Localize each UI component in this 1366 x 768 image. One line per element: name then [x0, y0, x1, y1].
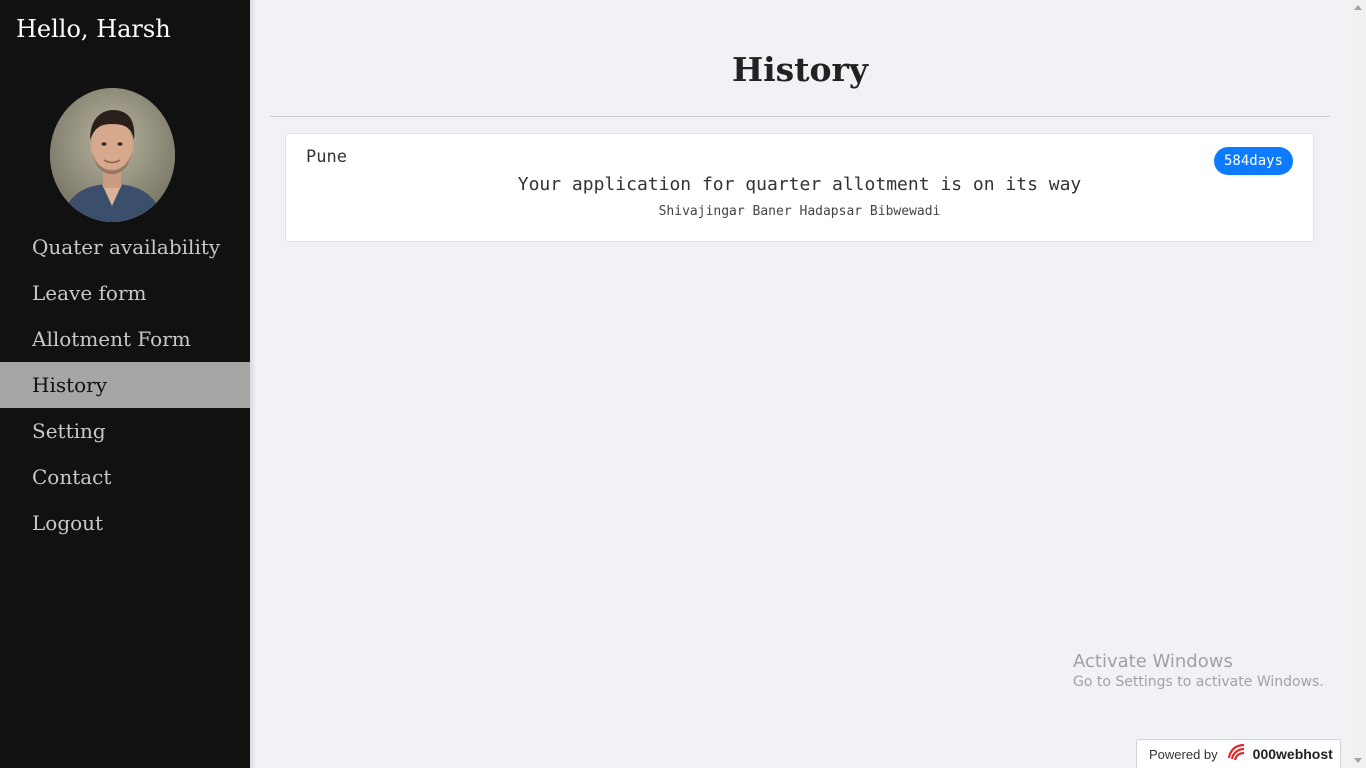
sidebar-item-contact[interactable]: Contact: [0, 454, 250, 500]
powered-by-badge[interactable]: Powered by 000webhost: [1136, 739, 1341, 768]
card-locations: Shivajingar Baner Hadapsar Bibwewadi: [658, 204, 941, 219]
sidebar-item-leave-form[interactable]: Leave form: [0, 270, 250, 316]
sidebar-shadow: [250, 0, 256, 768]
sidebar-item-quater-availability[interactable]: Quater availability: [0, 224, 250, 270]
sidebar-item-history[interactable]: History: [0, 362, 250, 408]
scroll-up-icon[interactable]: [1354, 5, 1362, 10]
user-avatar-photo: [50, 88, 175, 222]
powered-label: Powered by: [1149, 746, 1218, 762]
vertical-scrollbar[interactable]: [1350, 0, 1366, 768]
sidebar-item-logout[interactable]: Logout: [0, 500, 250, 546]
sidebar-nav: Quater availability Leave form Allotment…: [0, 224, 250, 546]
scroll-down-icon[interactable]: [1354, 758, 1362, 763]
days-badge: 584days: [1213, 147, 1293, 175]
sidebar: Hello, Harsh Quater availability Leave f…: [0, 0, 250, 768]
sidebar-item-allotment-form[interactable]: Allotment Form: [0, 316, 250, 362]
avatar: [50, 88, 175, 222]
activate-subtitle: Go to Settings to activate Windows.: [1073, 674, 1324, 690]
powered-brand: 000webhost: [1252, 746, 1333, 762]
sidebar-item-setting[interactable]: Setting: [0, 408, 250, 454]
card-city: Pune: [306, 147, 347, 167]
greeting: Hello, Harsh: [16, 15, 171, 43]
activate-title: Activate Windows: [1073, 651, 1233, 672]
history-card: Pune 584days Your application for quarte…: [285, 133, 1314, 242]
activate-windows-watermark: Activate Windows Go to Settings to activ…: [1073, 651, 1324, 690]
card-message: Your application for quarter allotment i…: [517, 174, 1082, 195]
000webhost-logo-icon: [1226, 742, 1248, 767]
page-title: History: [731, 50, 869, 89]
title-divider: [270, 116, 1330, 117]
